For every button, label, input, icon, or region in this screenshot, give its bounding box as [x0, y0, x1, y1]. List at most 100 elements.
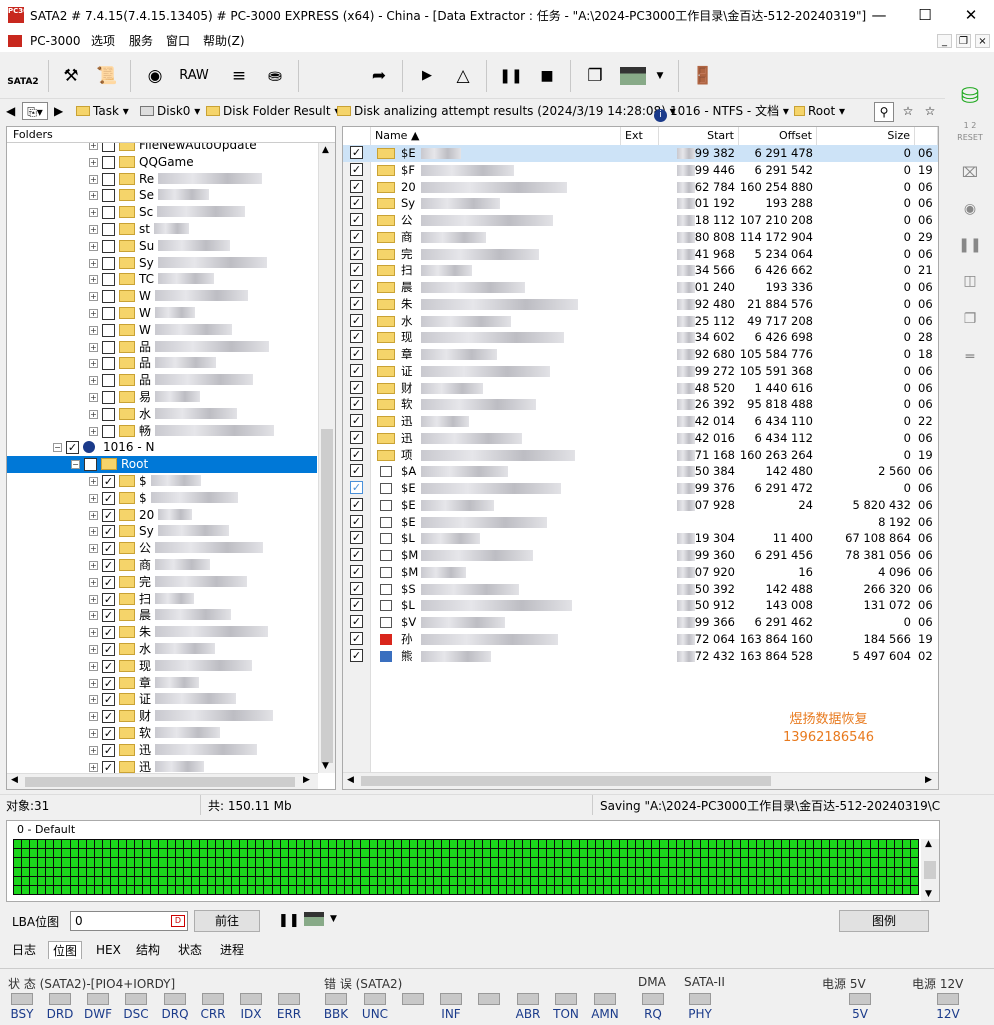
tree-folder-node[interactable]: + FileNewAutoUpdate [7, 143, 317, 154]
tab-hex[interactable]: HEX [92, 941, 125, 959]
reset-icon[interactable]: 1 2 RESET [953, 120, 987, 150]
tree-checkbox[interactable]: ✓ [102, 475, 115, 488]
tree-folder-node[interactable]: + ✓ 晨 [7, 607, 317, 624]
tree-folder-node[interactable]: + W [7, 305, 317, 322]
file-row[interactable]: ✓ $V 999 366 6 291 462 0 06 [343, 614, 938, 631]
tree-checkbox[interactable]: ✓ [102, 491, 115, 505]
file-checkbox[interactable]: ✓ [350, 397, 363, 411]
tree-checkbox[interactable]: ✓ [102, 743, 115, 757]
file-checkbox[interactable]: ✓ [350, 296, 363, 310]
tree-folder-node[interactable]: + ✓ 扫 [7, 591, 317, 608]
tree-expand-toggle[interactable]: + [89, 712, 98, 722]
tree-folder-node[interactable]: + ✓ 迅 [7, 759, 317, 773]
file-row[interactable]: ✓ Sy 901 192 193 288 0 06 [343, 195, 938, 212]
stop-icon[interactable]: ■ [530, 59, 564, 93]
tree-folder-node[interactable]: + ✓ 证 [7, 691, 317, 708]
file-checkbox[interactable]: ✓ [350, 497, 363, 511]
star-icon[interactable]: ☆ [898, 102, 918, 120]
file-checkbox[interactable]: ✓ [350, 263, 363, 277]
tree-expand-toggle[interactable]: + [89, 493, 98, 503]
tree-folder-node[interactable]: + ✓ 章 [7, 675, 317, 692]
file-row[interactable]: ✓ 财 148 520 1 440 616 0 06 [343, 380, 938, 397]
menu-service[interactable]: 服务 [125, 32, 157, 50]
tree-checkbox[interactable] [102, 155, 115, 169]
tree-expand-toggle[interactable]: + [89, 376, 98, 386]
tree-checkbox[interactable] [102, 424, 115, 438]
map-pause-icon[interactable]: ❚❚ [278, 913, 300, 928]
tree-checkbox[interactable]: ✓ [102, 710, 115, 724]
tree-expand-toggle[interactable]: − [71, 460, 80, 470]
file-row[interactable]: ✓ 20 962 784 160 254 880 0 06 [343, 179, 938, 196]
file-row[interactable]: ✓ 项 971 168 160 263 264 0 19 [343, 447, 938, 464]
tree-folder-node[interactable]: + ✓ 水 [7, 641, 317, 658]
pause-side-icon[interactable]: ❚❚ [953, 230, 987, 260]
file-checkbox[interactable]: ✓ [350, 280, 363, 293]
tree-expand-toggle[interactable]: + [89, 561, 98, 570]
tree-scroll-thumb[interactable] [321, 429, 333, 763]
windows-icon[interactable]: ❐ [578, 59, 612, 93]
tools-icon[interactable]: ⚒ [54, 59, 88, 93]
tree-expand-toggle[interactable]: + [89, 309, 98, 318]
tree-checkbox[interactable] [102, 273, 115, 287]
tree-checkbox[interactable] [102, 239, 115, 253]
file-row[interactable]: ✓ $L 719 304 11 400 67 108 864 06 [343, 530, 938, 547]
file-checkbox[interactable]: ✓ [350, 363, 363, 377]
tree-expand-toggle[interactable]: + [89, 157, 98, 167]
menu-help[interactable]: 帮助(Z) [199, 32, 249, 50]
file-row[interactable]: ✓ 证 299 272 105 591 368 0 06 [343, 363, 938, 380]
scroll-up-icon[interactable]: ▲ [322, 145, 329, 155]
tree-folder-node[interactable]: + TC [7, 271, 317, 288]
tree-expand-toggle[interactable]: + [89, 510, 98, 520]
tree-expand-toggle[interactable]: + [89, 661, 98, 671]
tree-folder-node[interactable]: + Re [7, 171, 317, 188]
file-checkbox[interactable]: ✓ [350, 146, 363, 159]
tree-checkbox[interactable]: ✓ [102, 559, 115, 572]
tree-expand-toggle[interactable]: − [53, 443, 62, 453]
tree-folder-node[interactable]: + QQGame [7, 154, 317, 171]
column-header-name[interactable]: Name ▲ [371, 127, 621, 145]
file-checkbox[interactable]: ✓ [350, 631, 363, 645]
file-horizontal-scrollbar[interactable]: ◀ ▶ [343, 772, 938, 789]
file-row[interactable]: ✓ 水 425 112 49 717 208 0 06 [343, 313, 938, 330]
tree-folder-node[interactable]: + 水 [7, 406, 317, 423]
file-checkbox[interactable]: ✓ [350, 414, 363, 427]
tree-checkbox[interactable]: ✓ [102, 676, 115, 690]
scroll-up-icon[interactable]: ▲ [925, 839, 932, 849]
tree-expand-toggle[interactable]: + [89, 745, 98, 755]
tree-expand-toggle[interactable]: + [89, 527, 98, 537]
tree-folder-node[interactable]: + ✓ 朱 [7, 624, 317, 641]
column-header-offset[interactable]: Offset [739, 127, 817, 145]
file-checkbox[interactable]: ✓ [350, 581, 363, 595]
file-row[interactable]: ✓ $E 999 376 6 291 472 0 06 [343, 480, 938, 497]
mdi-restore-button[interactable]: ❐ [956, 34, 971, 48]
tree-folder-node[interactable]: + 易 [7, 389, 317, 406]
file-row[interactable]: ✓ 章 292 680 105 584 776 0 18 [343, 346, 938, 363]
file-checkbox[interactable]: ✓ [350, 347, 363, 360]
tree-folder-node[interactable]: + Se [7, 187, 317, 204]
tree-hscroll-thumb[interactable] [25, 777, 295, 787]
tree-checkbox[interactable] [102, 189, 115, 203]
chevron-down-icon[interactable]: ▼ [330, 914, 337, 924]
file-checkbox[interactable]: ✓ [350, 514, 363, 528]
file-row[interactable]: ✓ 现 134 602 6 426 698 0 28 [343, 329, 938, 346]
file-checkbox[interactable]: ✓ [350, 179, 363, 193]
tab-log[interactable]: 日志 [8, 941, 40, 959]
tree-checkbox[interactable] [102, 323, 115, 337]
tree-checkbox[interactable]: ✓ [102, 693, 115, 707]
tree-checkbox[interactable] [102, 407, 115, 421]
tree-checkbox[interactable] [102, 172, 115, 186]
tree-folder-node[interactable]: + ✓ 迅 [7, 742, 317, 759]
tree-checkbox[interactable]: ✓ [102, 525, 115, 539]
display-icon[interactable] [616, 59, 650, 93]
sata-connect-icon[interactable]: ◫ [953, 266, 987, 296]
file-checkbox[interactable]: ✓ [350, 246, 363, 260]
menu-options[interactable]: 选项 [87, 32, 119, 50]
breadcrumb-disk[interactable]: Disk0 ▾ [140, 102, 200, 120]
file-checkbox[interactable]: ✓ [350, 564, 363, 578]
tree-expand-toggle[interactable]: + [89, 628, 98, 638]
file-checkbox[interactable]: ✓ [350, 464, 363, 478]
file-row[interactable]: ✓ $A 850 384 142 480 2 560 06 [343, 463, 938, 480]
tree-folder-node[interactable]: + ✓ $ [7, 490, 317, 507]
file-row[interactable]: ✓ 孙 572 064 163 864 160 184 566 19 [343, 631, 938, 648]
menu-window[interactable]: 窗口 [162, 32, 194, 50]
